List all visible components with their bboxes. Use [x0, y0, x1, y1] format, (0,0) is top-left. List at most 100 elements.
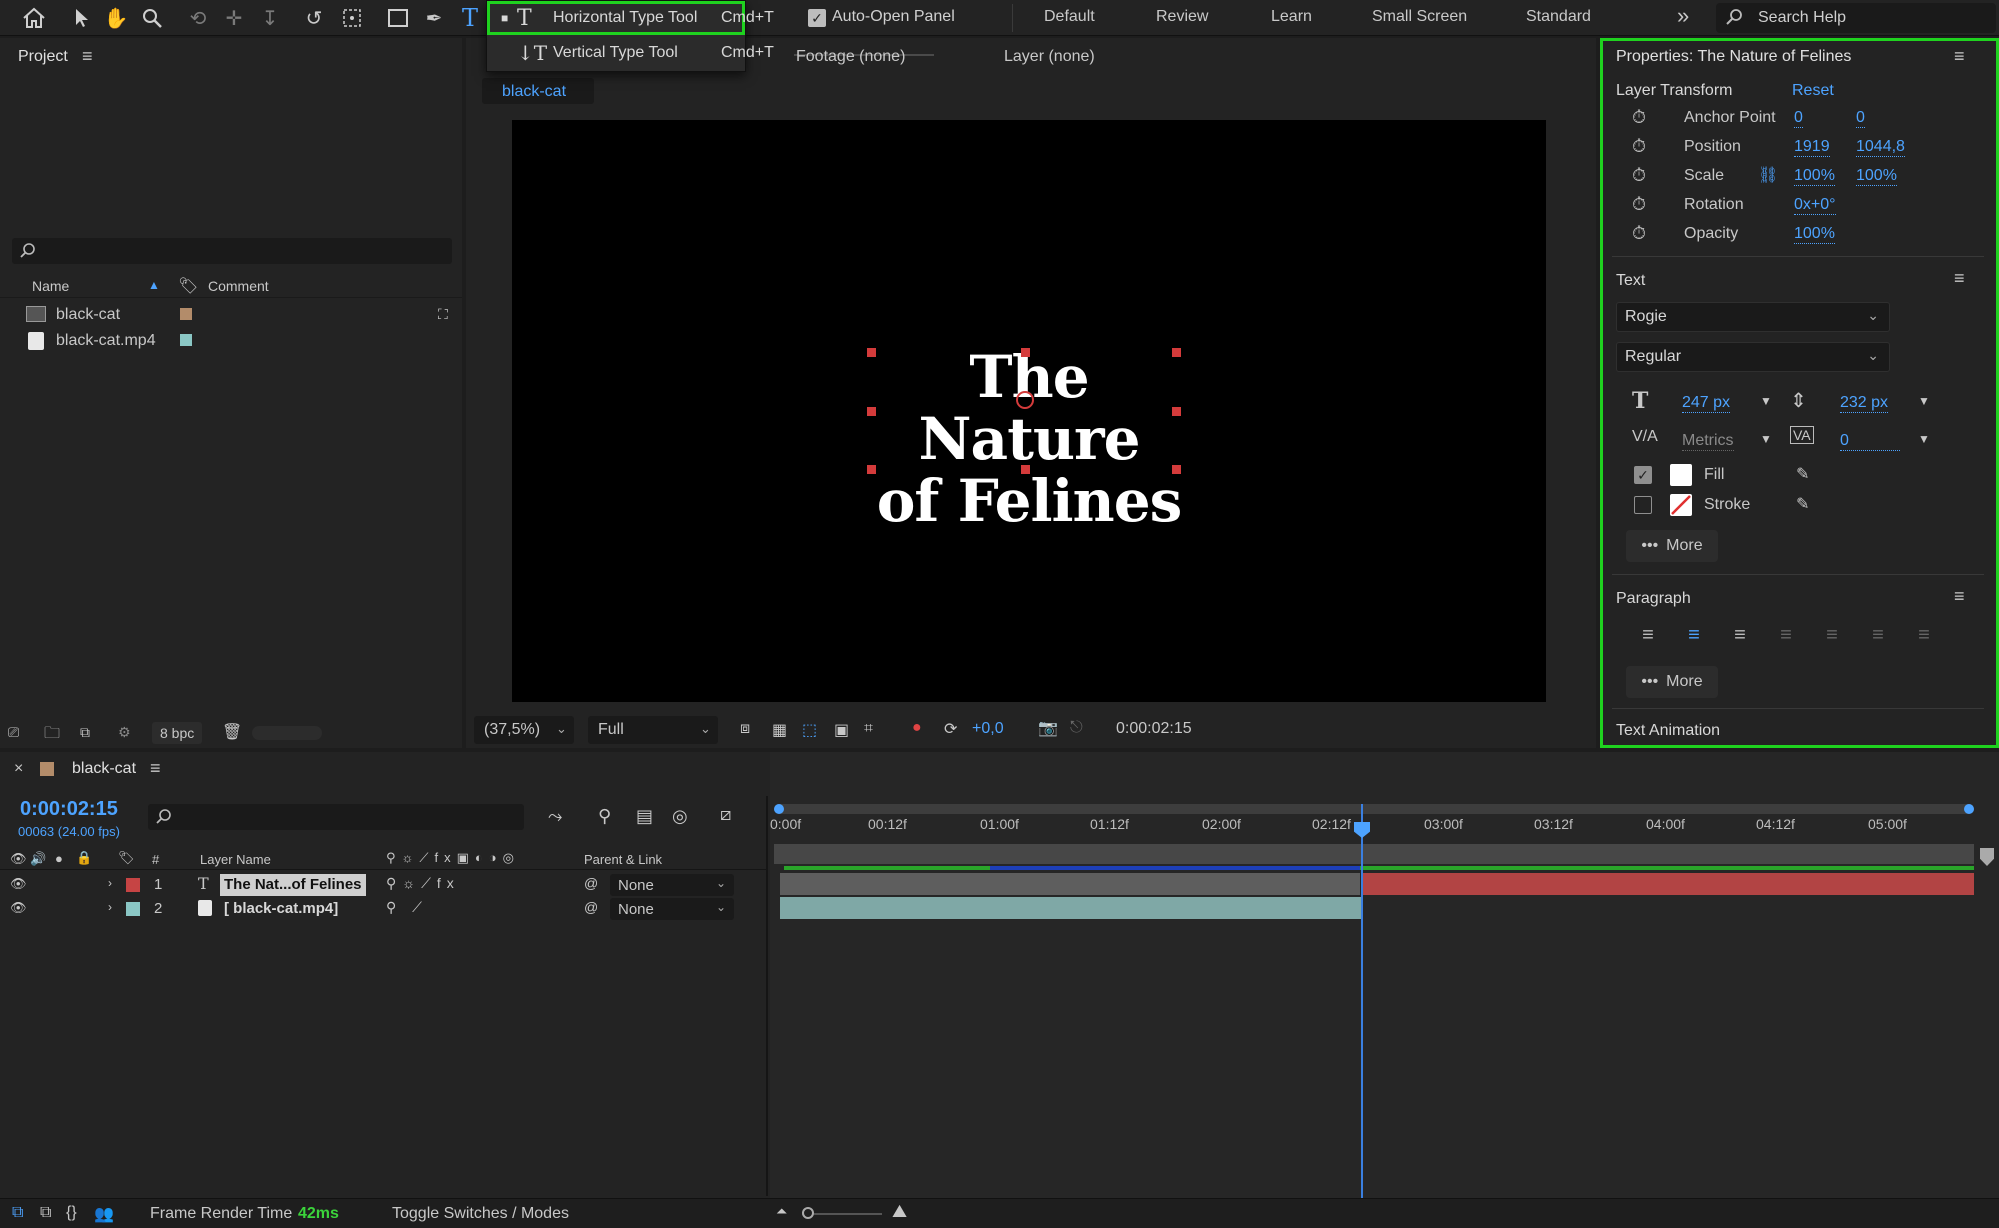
justify-right-icon[interactable]: ≡ — [1858, 620, 1898, 650]
in-out-columns-icon[interactable]: {} — [66, 1204, 77, 1222]
horizontal-type-tool-item[interactable]: ■ T Horizontal Type Tool Cmd+T — [487, 1, 774, 35]
layer-color-label[interactable] — [126, 878, 140, 892]
frame-blending-icon[interactable]: ▤ — [636, 806, 653, 827]
layer-viewer-tab[interactable]: Layer (none) — [1004, 48, 1095, 66]
navigator-end-handle[interactable] — [1964, 804, 1974, 814]
timeline-search-input[interactable] — [148, 804, 524, 830]
resolution-dropdown[interactable]: Full ⌄ — [588, 716, 718, 744]
kerning-dropdown-icon[interactable]: ▼ — [1760, 432, 1772, 446]
transform-handle[interactable] — [1021, 465, 1030, 474]
anchor-point-y[interactable]: 0 — [1856, 109, 1865, 128]
fill-checkbox[interactable]: ✓ — [1634, 466, 1652, 484]
composition-canvas[interactable]: The Nature of Felines — [512, 120, 1546, 702]
current-time-indicator[interactable] — [1361, 804, 1363, 1202]
font-style-dropdown[interactable]: Regular ⌄ — [1616, 342, 1890, 372]
new-folder-icon[interactable]: 🗀 — [44, 722, 60, 749]
orbit-tool-icon[interactable]: ⟲ — [184, 4, 212, 32]
audio-toggle-icon[interactable]: 🔊 — [30, 851, 46, 867]
layer-color-label[interactable] — [126, 902, 140, 916]
pan-tool-icon[interactable]: ✛ — [220, 4, 248, 32]
tracking-value[interactable]: 0 — [1840, 432, 1900, 451]
parent-link-header[interactable]: Parent & Link — [584, 852, 662, 867]
pick-whip-icon[interactable]: @ — [584, 899, 598, 915]
align-right-icon[interactable]: ≡ — [1720, 620, 1760, 650]
scale-x[interactable]: 100% — [1794, 167, 1835, 186]
scale-y[interactable]: 100% — [1856, 167, 1897, 186]
stroke-color-swatch[interactable] — [1670, 494, 1692, 516]
fill-eyedropper-icon[interactable]: ✎ — [1796, 464, 1809, 484]
label-color-swatch[interactable] — [180, 334, 192, 346]
solo-toggle-icon[interactable]: ● — [55, 851, 63, 866]
close-tab-icon[interactable]: × — [14, 760, 23, 778]
panel-menu-icon[interactable]: ≡ — [1954, 46, 1965, 67]
position-y[interactable]: 1044,8 — [1856, 138, 1905, 157]
constrain-proportions-icon[interactable]: ⛓ — [1758, 165, 1778, 185]
stopwatch-icon[interactable]: ⏱ — [1632, 136, 1646, 157]
expand-chevron-icon[interactable]: › — [108, 900, 112, 914]
justify-center-icon[interactable]: ≡ — [1812, 620, 1852, 650]
timeline-zoom-slider[interactable] — [802, 1207, 882, 1219]
text-section-menu-icon[interactable]: ≡ — [1954, 268, 1965, 289]
zoom-in-icon[interactable]: ⛰ — [892, 1201, 907, 1222]
trash-icon[interactable]: 🗑 — [222, 722, 242, 742]
name-column-header[interactable]: Name — [32, 278, 69, 294]
transform-handle[interactable] — [867, 465, 876, 474]
thumbnail-slider[interactable] — [252, 726, 322, 740]
video-toggle-icon[interactable]: 👁 — [10, 851, 27, 867]
transform-handle[interactable] — [867, 407, 876, 416]
workspace-default[interactable]: Default — [1044, 8, 1095, 26]
align-left-icon[interactable]: ≡ — [1628, 620, 1668, 650]
align-center-icon[interactable]: ≡ — [1674, 620, 1714, 650]
workspace-review[interactable]: Review — [1156, 8, 1208, 26]
parent-dropdown[interactable]: None ⌄ — [610, 874, 734, 896]
timeline-end-marker[interactable] — [1980, 848, 1994, 866]
new-composition-icon[interactable]: ⧉ — [80, 724, 90, 741]
fast-previews-icon[interactable]: ⧈ — [740, 720, 750, 738]
project-search-input[interactable] — [12, 238, 452, 264]
navigator-start-handle[interactable] — [774, 804, 784, 814]
expand-chevron-icon[interactable]: › — [108, 876, 112, 890]
layer-bar-text[interactable] — [1362, 873, 1974, 895]
reset-exposure-icon[interactable]: ⟳ — [944, 719, 957, 739]
render-time-toggle-icon[interactable]: 👥 — [94, 1204, 114, 1224]
layer-switches[interactable]: ⚲☼⟋fx — [386, 875, 460, 892]
time-ruler[interactable]: 0:00f 00:12f 01:00f 01:12f 02:00f 02:12f… — [770, 814, 1999, 840]
leading-dropdown-icon[interactable]: ▼ — [1918, 394, 1930, 408]
lock-toggle-icon[interactable]: 🔒 — [76, 850, 92, 866]
rectangle-tool-icon[interactable] — [384, 4, 412, 32]
project-item-footage[interactable]: black-cat.mp4 — [0, 328, 462, 354]
transform-handle[interactable] — [1172, 465, 1181, 474]
label-color-swatch[interactable] — [180, 308, 192, 320]
exposure-value[interactable]: +0,0 — [972, 720, 1004, 738]
paragraph-section-menu-icon[interactable]: ≡ — [1954, 586, 1965, 607]
rotation-value[interactable]: 0x+0° — [1794, 196, 1836, 215]
zoom-slider-thumb[interactable] — [802, 1207, 814, 1219]
zoom-dropdown[interactable]: (37,5%) ⌄ — [474, 716, 574, 744]
snapshot-icon[interactable]: 📷 — [1038, 718, 1058, 738]
panel-menu-icon[interactable]: ≡ — [150, 758, 161, 779]
paragraph-more-button[interactable]: ••• More — [1626, 666, 1718, 698]
stroke-eyedropper-icon[interactable]: ✎ — [1796, 494, 1809, 514]
comp-breadcrumb-tab[interactable]: black-cat — [482, 78, 594, 104]
font-family-dropdown[interactable]: Rogie ⌄ — [1616, 302, 1890, 332]
text-more-button[interactable]: ••• More — [1626, 530, 1718, 562]
pick-whip-icon[interactable]: @ — [584, 875, 598, 891]
auto-open-checkbox[interactable]: ✓ — [808, 9, 826, 27]
workspace-learn[interactable]: Learn — [1271, 8, 1312, 26]
pan-behind-tool-icon[interactable] — [338, 4, 366, 32]
type-tool-icon[interactable]: T — [456, 4, 484, 32]
zoom-tool-icon[interactable] — [138, 4, 166, 32]
interpret-footage-icon[interactable]: ⎚ — [8, 724, 19, 741]
color-channels-icon[interactable]: ● — [912, 719, 922, 737]
font-size-value[interactable]: 247 px — [1682, 394, 1731, 413]
time-navigator[interactable] — [774, 804, 1974, 814]
timeline-layer-row[interactable]: 👁 › 1 T The Nat...of Felines ⚲☼⟋fx @ Non… — [0, 873, 770, 897]
panel-splitter[interactable] — [766, 796, 768, 1196]
transparency-grid-icon[interactable]: ▦ — [772, 720, 787, 740]
grid-guides-icon[interactable]: ⌗ — [864, 720, 873, 738]
vertical-type-tool-item[interactable]: ↓T Vertical Type Tool Cmd+T — [487, 37, 774, 69]
font-size-dropdown-icon[interactable]: ▼ — [1760, 394, 1772, 408]
graph-editor-icon[interactable]: ⧄ — [720, 804, 731, 825]
label-tag-icon[interactable]: 🏷 — [118, 850, 135, 866]
stroke-checkbox[interactable] — [1634, 496, 1652, 514]
